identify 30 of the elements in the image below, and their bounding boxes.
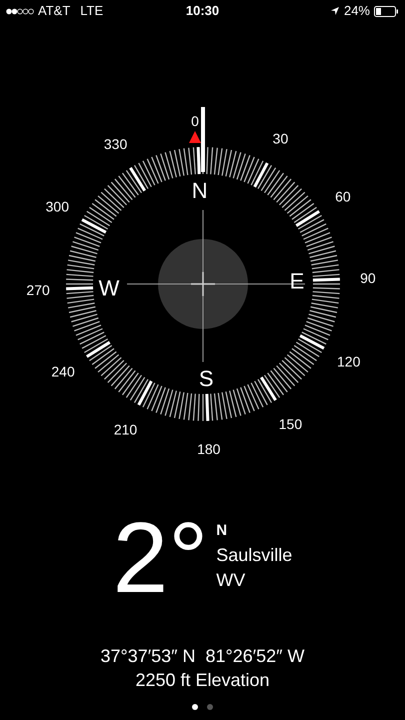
degree-label: 150 — [278, 416, 302, 432]
degree-label: 240 — [51, 363, 75, 380]
degree-label: 210 — [114, 422, 138, 438]
location-arrow-icon — [330, 6, 340, 16]
degree-label: 300 — [46, 198, 69, 215]
degree-label: 30 — [272, 130, 288, 146]
degree-label: 270 — [26, 282, 50, 298]
battery-icon — [374, 6, 399, 16]
place-name: Saulsville — [216, 544, 292, 567]
degree-label: 330 — [104, 136, 128, 152]
heading-direction: N — [216, 521, 228, 541]
degree-label: 180 — [197, 440, 220, 457]
elevation: 2250 ft Elevation — [135, 669, 270, 692]
cardinal-label: S — [198, 366, 214, 391]
cardinal-label: W — [98, 275, 120, 300]
degree-label: 120 — [337, 353, 360, 370]
signal-icon — [6, 8, 34, 14]
heading-degrees: 2° — [112, 508, 208, 608]
carrier-name: AT&T — [38, 2, 70, 20]
network-type: LTE — [80, 2, 104, 20]
north-marker-icon — [189, 131, 201, 143]
degree-label: 60 — [335, 188, 351, 205]
coordinates: 37°37′53″ N 81°26′52″ W — [100, 645, 304, 668]
heading-indicator — [201, 107, 205, 172]
degree-label: 0 — [191, 113, 199, 129]
cardinal-label: N — [192, 178, 208, 204]
status-time: 10:30 — [186, 2, 220, 20]
battery-percent: 24% — [344, 2, 370, 20]
region-name: WV — [216, 569, 246, 592]
degree-label: 90 — [360, 270, 376, 286]
